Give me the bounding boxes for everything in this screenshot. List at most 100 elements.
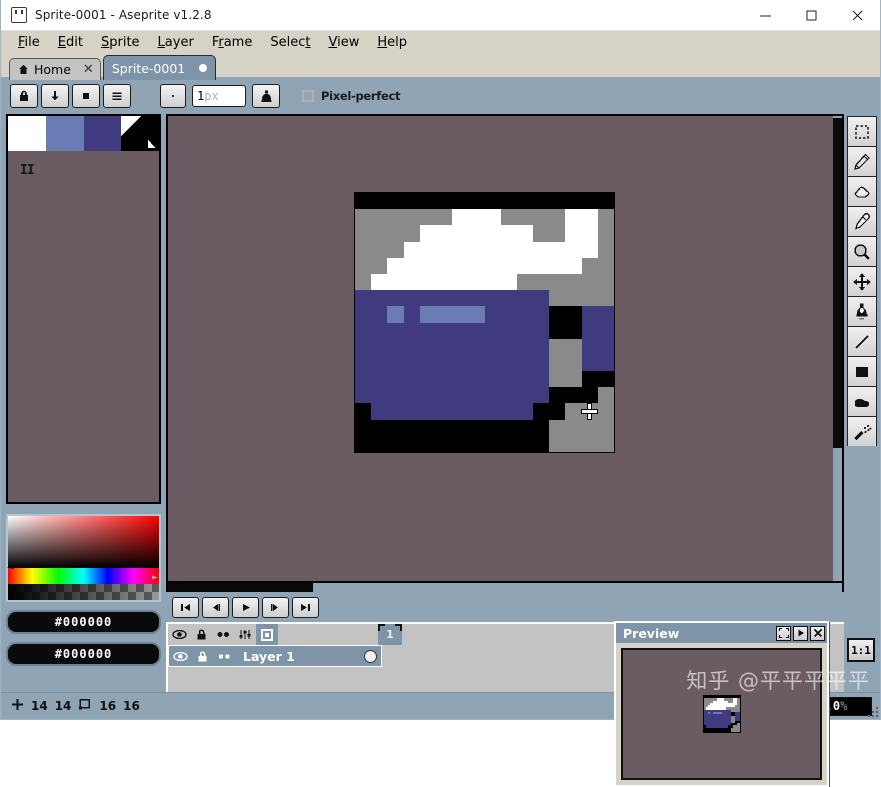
sprite-pixel-grid[interactable] [355, 193, 614, 452]
close-button[interactable] [834, 0, 880, 30]
palette-empty-area[interactable]: II [8, 151, 159, 502]
foreground-color-hex[interactable]: #000000 [6, 610, 161, 634]
tab-home-label: Home [34, 62, 71, 77]
preview-fit-button[interactable] [776, 625, 791, 641]
palette-swatch-3[interactable] [121, 116, 159, 151]
palette-panel[interactable]: II [6, 114, 161, 504]
paint-bucket-tool[interactable] [846, 296, 877, 326]
rectangle-tool[interactable] [846, 356, 877, 386]
menu-sprite[interactable]: Sprite [92, 33, 149, 52]
go-next-frame-button[interactable] [262, 596, 289, 618]
window-controls [742, 0, 880, 30]
go-last-frame-button[interactable] [292, 596, 319, 618]
menu-help[interactable]: Help [368, 33, 416, 52]
lock-axis-button[interactable] [10, 84, 38, 108]
app-logo-icon [11, 7, 27, 23]
preview-pixel-grid [703, 696, 740, 732]
canvas-horizontal-scrollbar[interactable] [166, 583, 844, 592]
tab-home-close-icon[interactable]: ✕ [83, 63, 94, 76]
eraser-tool[interactable] [846, 176, 877, 206]
canvas-vertical-scrollbar[interactable] [833, 116, 842, 581]
snap-down-button[interactable] [41, 84, 69, 108]
pixel-perfect-toggle[interactable]: Pixel-perfect [302, 89, 401, 103]
sprite-canvas[interactable] [354, 192, 615, 453]
zoom-reset-button[interactable]: 1:1 [847, 638, 875, 662]
menu-file[interactable]: File [9, 33, 49, 52]
crosshair-icon [11, 698, 24, 714]
cursor-x-value: 14 [31, 699, 48, 713]
preview-title-label: Preview [623, 625, 680, 641]
minimize-button[interactable] [742, 0, 788, 30]
preview-close-button[interactable] [810, 625, 825, 641]
menu-edit[interactable]: Edit [49, 33, 92, 52]
tab-home[interactable]: Home ✕ [9, 58, 101, 80]
layer-visibility-icon[interactable] [169, 646, 191, 667]
sprite-height-value: 16 [123, 699, 140, 713]
options-menu-button[interactable] [103, 84, 131, 108]
toggle-all-lock-icon[interactable] [190, 624, 212, 645]
hue-slider[interactable] [8, 568, 159, 584]
menubar: File Edit Sprite Layer Frame Select View… [1, 31, 880, 54]
zoom-tool[interactable] [846, 236, 877, 266]
layer-name-label[interactable]: Layer 1 [235, 649, 359, 664]
window-title: Sprite-0001 - Aseprite v1.2.8 [35, 8, 212, 22]
document-tabbar: Home ✕ Sprite-0001 [1, 54, 880, 80]
timeline-cel-frame-1[interactable] [359, 645, 381, 667]
preview-window[interactable]: Preview [614, 621, 829, 787]
menu-layer[interactable]: Layer [149, 33, 203, 52]
resize-grip-icon[interactable] [866, 705, 878, 717]
vertical-scroll-thumb[interactable] [833, 118, 842, 448]
cel-dot-icon [363, 649, 377, 663]
play-button[interactable] [232, 596, 259, 618]
statusbar-left-group: 14 14 16 16 [11, 698, 140, 714]
move-tool[interactable] [846, 266, 877, 296]
contour-tool[interactable] [846, 386, 877, 416]
palette-swatch-0[interactable] [8, 116, 46, 151]
horizontal-scroll-thumb[interactable] [168, 583, 313, 592]
menu-view[interactable]: View [319, 33, 368, 52]
ink-type-button[interactable] [252, 84, 280, 108]
canvas-size-icon [78, 698, 92, 714]
tools-toolbar: 1:1 [844, 112, 880, 692]
brush-size-input[interactable]: 1 px [192, 85, 246, 107]
menu-frame[interactable]: Frame [203, 33, 262, 52]
editor-column: 1 Layer 1 [166, 112, 844, 692]
brush-shape-button[interactable] [160, 84, 186, 108]
main-content-row: II ◄ ► #000000 #000000 1 Layer 1 1:1 Pre… [1, 112, 880, 787]
pencil-tool[interactable] [846, 146, 877, 176]
layer-lock-icon[interactable] [191, 646, 213, 667]
toggle-continuous-icon[interactable] [212, 624, 234, 645]
toggle-all-visibility-icon[interactable] [168, 624, 190, 645]
palette-swatch-2[interactable] [83, 116, 122, 151]
go-prev-frame-button[interactable] [202, 596, 229, 618]
maximize-button[interactable] [788, 0, 834, 30]
left-panel: II ◄ ► #000000 #000000 [1, 112, 166, 692]
timeline-frame-1-header[interactable]: 1 [378, 624, 402, 645]
fill-shape-button[interactable] [72, 84, 100, 108]
layer-properties-icon[interactable] [234, 624, 256, 645]
rectangular-marquee-tool[interactable] [846, 116, 877, 146]
brush-size-value: 1 [197, 89, 205, 103]
onion-skin-icon[interactable] [256, 624, 278, 645]
menu-select[interactable]: Select [261, 33, 319, 52]
background-color-hex[interactable]: #000000 [6, 642, 161, 666]
sv-cursor-icon: ◄ [7, 560, 14, 573]
sprite-canvas-area[interactable] [166, 114, 844, 583]
eyedropper-tool[interactable] [846, 206, 877, 236]
tab-sprite-0001[interactable]: Sprite-0001 [102, 55, 217, 80]
go-first-frame-button[interactable] [172, 596, 199, 618]
timeline-layer-row[interactable]: Layer 1 [168, 645, 382, 667]
spray-tool[interactable] [846, 416, 877, 446]
palette-swatch-1[interactable] [45, 116, 84, 151]
layer-continuous-icon[interactable] [213, 646, 235, 667]
preview-play-button[interactable] [793, 625, 808, 641]
line-tool[interactable] [846, 326, 877, 356]
saturation-value-area[interactable] [8, 516, 159, 568]
preview-canvas[interactable] [621, 648, 822, 780]
tab-sprite-label: Sprite-0001 [111, 60, 186, 76]
tab-modified-indicator-icon [199, 64, 208, 72]
aseprite-window: Sprite-0001 - Aseprite v1.2.8 File Edit … [0, 0, 881, 787]
pixel-perfect-checkbox[interactable] [302, 90, 314, 102]
color-picker[interactable]: ◄ ► [6, 514, 161, 602]
alpha-slider[interactable] [8, 584, 159, 600]
